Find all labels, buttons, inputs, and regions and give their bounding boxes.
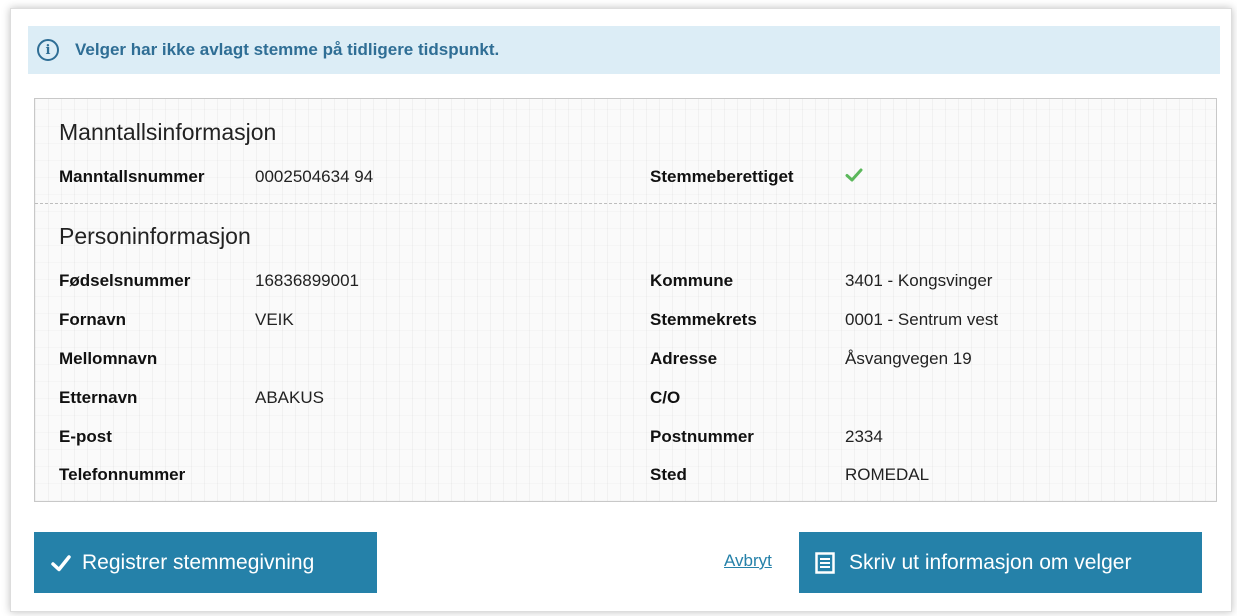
mellomnavn-label: Mellomnavn xyxy=(59,349,158,368)
manntallsnummer-label: Manntallsnummer xyxy=(59,167,205,186)
kommune-value: 3401 - Kongsvinger xyxy=(845,271,993,290)
register-button-label: Registrer stemmegivning xyxy=(82,550,315,574)
fodselsnummer-label: Fødselsnummer xyxy=(59,271,191,290)
sted-value: ROMEDAL xyxy=(845,465,930,484)
co-label: C/O xyxy=(650,388,681,407)
register-vote-button[interactable]: Registrer stemmegivning xyxy=(34,532,377,593)
adresse-label: Adresse xyxy=(650,349,718,368)
alert-message: Velger har ikke avlagt stemme på tidlige… xyxy=(75,40,500,59)
sted-label: Sted xyxy=(650,465,687,484)
print-button-label: Skriv ut informasjon om velger xyxy=(849,550,1132,574)
section-divider xyxy=(35,203,1216,204)
voter-info-box: Manntallsinformasjon Manntallsnummer 000… xyxy=(34,98,1217,502)
person-title: Personinformasjon xyxy=(59,223,251,249)
etternavn-value: ABAKUS xyxy=(255,388,324,407)
etternavn-label: Etternavn xyxy=(59,388,138,407)
adresse-value: Åsvangvegen 19 xyxy=(845,349,972,368)
check-icon xyxy=(845,168,863,182)
fornavn-label: Fornavn xyxy=(59,310,127,329)
stemmekrets-value: 0001 - Sentrum vest xyxy=(845,310,999,329)
info-alert: i Velger har ikke avlagt stemme på tidli… xyxy=(28,26,1220,74)
telefonnummer-label: Telefonnummer xyxy=(59,465,186,484)
manntall-title: Manntallsinformasjon xyxy=(59,119,277,145)
fodselsnummer-value: 16836899001 xyxy=(255,271,360,290)
manntallsnummer-value: 0002504634 94 xyxy=(255,167,374,186)
postnummer-label: Postnummer xyxy=(650,427,754,446)
info-icon: i xyxy=(37,39,59,61)
document-icon xyxy=(815,551,835,574)
print-voter-info-button[interactable]: Skriv ut informasjon om velger xyxy=(799,532,1202,593)
stemmekrets-label: Stemmekrets xyxy=(650,310,757,329)
cancel-link[interactable]: Avbryt xyxy=(724,551,772,571)
stemmeberettiget-label: Stemmeberettiget xyxy=(650,167,794,186)
kommune-label: Kommune xyxy=(650,271,734,290)
epost-label: E-post xyxy=(59,427,112,446)
postnummer-value: 2334 xyxy=(845,427,883,446)
check-icon xyxy=(51,554,71,571)
fornavn-value: VEIK xyxy=(255,310,294,329)
